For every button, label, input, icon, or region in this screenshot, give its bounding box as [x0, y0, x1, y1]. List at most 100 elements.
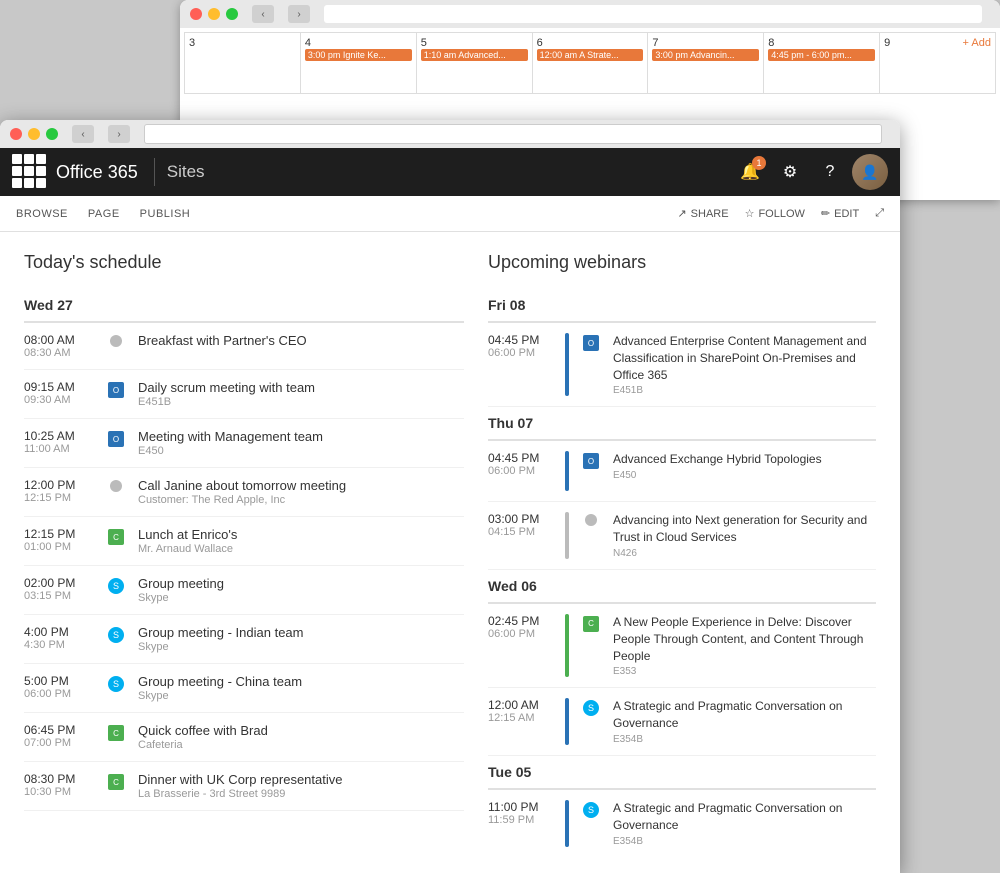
- webinar-subtitle: E353: [613, 666, 876, 677]
- webinar-subtitle: E451B: [613, 385, 876, 396]
- webinar-time-start: 04:45 PM: [488, 333, 553, 347]
- event-subtitle: Skype: [138, 690, 464, 702]
- event-subtitle: Skype: [138, 592, 464, 604]
- event-icon: [106, 480, 126, 492]
- schedule-item: 08:30 PM 10:30 PM C Dinner with UK Corp …: [24, 762, 464, 811]
- schedule-item: 12:15 PM 01:00 PM C Lunch at Enrico's Mr…: [24, 517, 464, 566]
- webinar-color-bar: [565, 614, 569, 677]
- time-end: 06:00 PM: [24, 688, 94, 700]
- time-start: 12:00 PM: [24, 478, 94, 492]
- event-details: Group meeting - China team Skype: [138, 674, 464, 702]
- edit-button[interactable]: ✏ EDIT: [821, 207, 859, 220]
- event-details: Breakfast with Partner's CEO: [138, 333, 464, 348]
- time-start: 09:15 AM: [24, 380, 94, 394]
- office-icon-group: 🔔 1 ⚙ ? 👤: [732, 154, 888, 190]
- schedule-time: 02:00 PM 03:15 PM: [24, 576, 94, 602]
- webinar-item: 02:45 PM 06:00 PM C A New People Experie…: [488, 604, 876, 688]
- webinar-time-start: 04:45 PM: [488, 451, 553, 465]
- webinar-color-bar: [565, 800, 569, 847]
- time-start: 10:25 AM: [24, 429, 94, 443]
- time-end: 01:00 PM: [24, 541, 94, 553]
- maximize-button[interactable]: [46, 128, 58, 140]
- webinar-time: 04:45 PM 06:00 PM: [488, 451, 553, 477]
- bg-minimize-dot[interactable]: [208, 8, 220, 20]
- time-end: 07:00 PM: [24, 737, 94, 749]
- webinar-details: Advancing into Next generation for Secur…: [613, 512, 876, 559]
- event-icon: S: [106, 676, 126, 692]
- event-details: Quick coffee with Brad Cafeteria: [138, 723, 464, 751]
- bg-add-button[interactable]: + Add: [963, 37, 991, 49]
- calendar-icon: C: [583, 616, 599, 632]
- forward-button[interactable]: ›: [108, 125, 130, 143]
- expand-icon: ⤢: [875, 207, 884, 220]
- webinar-time-end: 12:15 AM: [488, 712, 553, 724]
- webinar-time-end: 06:00 PM: [488, 347, 553, 359]
- skype-icon: S: [108, 676, 124, 692]
- webinar-item: 04:45 PM 06:00 PM O Advanced Enterprise …: [488, 323, 876, 407]
- circle-icon: [585, 514, 597, 526]
- office-navbar: Office 365 Sites 🔔 1 ⚙ ? 👤: [0, 148, 900, 196]
- gear-icon: ⚙: [783, 162, 797, 182]
- schedule-list: 08:00 AM 08:30 AM Breakfast with Partner…: [24, 323, 464, 811]
- minimize-button[interactable]: [28, 128, 40, 140]
- help-button[interactable]: ?: [812, 154, 848, 190]
- nav-divider: [154, 158, 155, 186]
- webinar-color-bar: [565, 333, 569, 396]
- bg-cal-cell-6: 6 12:00 am A Strate...: [533, 33, 648, 93]
- star-icon: ☆: [745, 207, 755, 220]
- webinar-icon: O: [581, 453, 601, 469]
- time-start: 08:30 PM: [24, 772, 94, 786]
- page-button[interactable]: PAGE: [88, 208, 120, 220]
- expand-button[interactable]: ⤢: [875, 207, 884, 220]
- schedule-time: 5:00 PM 06:00 PM: [24, 674, 94, 700]
- webinar-subtitle: E354B: [613, 734, 876, 745]
- url-bar[interactable]: [144, 124, 882, 144]
- webinar-time-start: 02:45 PM: [488, 614, 553, 628]
- event-subtitle: E451B: [138, 396, 464, 408]
- bg-close-dot[interactable]: [190, 8, 202, 20]
- time-start: 08:00 AM: [24, 333, 94, 347]
- circle-icon: [110, 335, 122, 347]
- apps-grid-icon[interactable]: [12, 154, 48, 190]
- webinar-details: A New People Experience in Delve: Discov…: [613, 614, 876, 677]
- schedule-time: 08:00 AM 08:30 AM: [24, 333, 94, 359]
- event-details: Lunch at Enrico's Mr. Arnaud Wallace: [138, 527, 464, 555]
- schedule-time: 10:25 AM 11:00 AM: [24, 429, 94, 455]
- settings-button[interactable]: ⚙: [772, 154, 808, 190]
- back-button[interactable]: ‹: [72, 125, 94, 143]
- event-details: Dinner with UK Corp representative La Br…: [138, 772, 464, 800]
- bg-cal-cell-9[interactable]: 9 + Add: [880, 33, 995, 93]
- share-button[interactable]: ↗ SHARE: [677, 207, 728, 220]
- follow-button[interactable]: ☆ FOLLOW: [745, 207, 805, 220]
- outlook-icon: O: [583, 335, 599, 351]
- question-icon: ?: [826, 163, 835, 181]
- webinar-date-header: Fri 08: [488, 289, 876, 323]
- schedule-time: 12:00 PM 12:15 PM: [24, 478, 94, 504]
- event-subtitle: Mr. Arnaud Wallace: [138, 543, 464, 555]
- webinar-subtitle: E354B: [613, 836, 876, 847]
- bg-cal-cell-4: 4 3:00 pm Ignite Ke...: [301, 33, 416, 93]
- event-title: Daily scrum meeting with team: [138, 380, 464, 395]
- event-icon: S: [106, 578, 126, 594]
- publish-button[interactable]: PUBLISH: [140, 208, 191, 220]
- schedule-item: 10:25 AM 11:00 AM O Meeting with Managem…: [24, 419, 464, 468]
- bg-back-button[interactable]: ‹: [252, 5, 274, 23]
- user-avatar[interactable]: 👤: [852, 154, 888, 190]
- calendar-icon: C: [108, 774, 124, 790]
- event-title: Group meeting: [138, 576, 464, 591]
- close-button[interactable]: [10, 128, 22, 140]
- schedule-date-header: Wed 27: [24, 289, 464, 323]
- notification-bell-button[interactable]: 🔔 1: [732, 154, 768, 190]
- webinar-title: A New People Experience in Delve: Discov…: [613, 614, 876, 664]
- event-subtitle: Customer: The Red Apple, Inc: [138, 494, 464, 506]
- event-icon: O: [106, 431, 126, 447]
- bg-forward-button[interactable]: ›: [288, 5, 310, 23]
- outlook-icon: O: [108, 431, 124, 447]
- main-window: ‹ › Office 365 Sites 🔔 1 ⚙ ? 👤: [0, 120, 900, 873]
- event-title: Group meeting - Indian team: [138, 625, 464, 640]
- bg-url-bar[interactable]: [324, 5, 982, 23]
- skype-icon: S: [108, 627, 124, 643]
- bg-maximize-dot[interactable]: [226, 8, 238, 20]
- browse-button[interactable]: BROWSE: [16, 208, 68, 220]
- webinar-details: Advanced Enterprise Content Management a…: [613, 333, 876, 396]
